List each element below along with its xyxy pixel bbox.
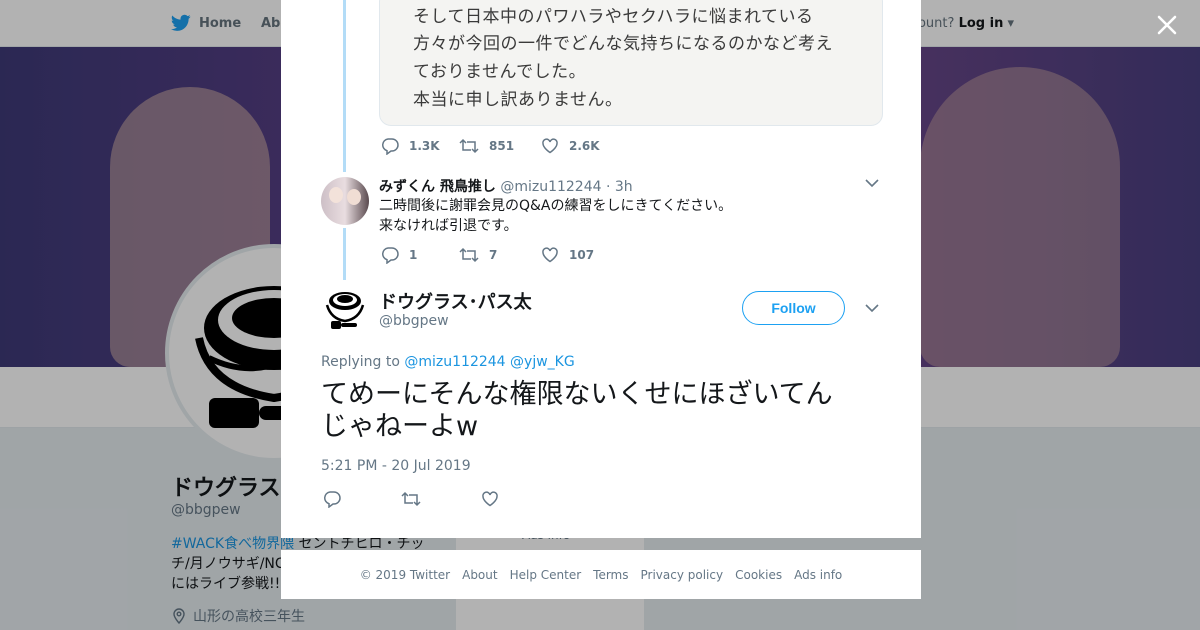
chevron-down-icon — [865, 179, 879, 188]
heart-icon — [482, 491, 498, 507]
main-tweet-more-menu[interactable] — [865, 303, 879, 313]
reply-tweet-text: 二時間後に謝罪会見のQ&Aの練習をしにきてください。 来なければ引退です。 — [379, 196, 732, 236]
reply-button[interactable] — [323, 490, 341, 508]
chevron-down-icon — [865, 304, 879, 313]
footer-copyright: © 2019 Twitter — [359, 567, 451, 582]
reply-icon — [381, 138, 399, 155]
like-button[interactable]: 107 — [541, 246, 594, 264]
reply-tweet-header: みずくん 飛鳥推し @mizu112244 · 3h — [379, 176, 633, 196]
main-tweet-timestamp[interactable]: 5:21 PM - 20 Jul 2019 — [321, 458, 471, 474]
reply-icon — [381, 247, 399, 264]
main-author-name[interactable]: ドウグラス･パス太 — [379, 288, 532, 314]
reply-button[interactable]: 1 — [381, 246, 459, 264]
reply-icon — [323, 491, 341, 508]
main-author-handle[interactable]: @bbgpew — [379, 313, 449, 329]
heart-icon — [542, 247, 558, 263]
retweet-icon — [459, 138, 479, 154]
retweet-button[interactable]: 7 — [459, 246, 541, 264]
main-text-line: じゃねーよw — [321, 411, 479, 442]
footer-link-help-center[interactable]: Help Center — [510, 568, 582, 582]
close-icon — [1157, 15, 1177, 35]
close-modal-button[interactable] — [1154, 12, 1180, 38]
retweet-button[interactable] — [401, 490, 421, 508]
footer-link-about[interactable]: About — [462, 568, 497, 582]
mention-link[interactable]: @yjw_KG — [510, 354, 575, 370]
replying-to-line: Replying to @mizu112244 @yjw_KG — [321, 354, 575, 370]
avatar-face — [329, 187, 343, 203]
reply-count: 1 — [409, 248, 418, 262]
reply-author-handle[interactable]: @mizu112244 — [500, 179, 601, 195]
like-count: 2.6K — [569, 139, 600, 153]
thread-connector-line — [343, 228, 346, 280]
reply-author-name[interactable]: みずくん 飛鳥推し — [379, 179, 496, 195]
modal-footer: © 2019 Twitter About Help Center Terms P… — [281, 550, 921, 599]
mention-link[interactable]: @mizu112244 — [404, 354, 505, 370]
replying-to-label: Replying to — [321, 354, 400, 370]
follow-button[interactable]: Follow — [742, 291, 845, 325]
reply-button[interactable]: 1.3K — [381, 137, 459, 155]
image-text-line: そして日本中のパワハラやセクハラに悩まれている — [413, 7, 814, 27]
main-text-line: てめーにそんな権限ないくせにほざいてん — [321, 379, 833, 410]
tweet-permalink-modal: そして日本中のパワハラやセクハラに悩まれている 方々が今回の一件でどんな気持ちに… — [281, 0, 921, 538]
header-separator: · — [605, 179, 611, 195]
tweet-image-card[interactable]: そして日本中のパワハラやセクハラに悩まれている 方々が今回の一件でどんな気持ちに… — [379, 0, 883, 126]
reply-text-line: 来なければ引退です。 — [379, 218, 518, 234]
reply-tweet-actions: 1 7 107 — [381, 246, 594, 264]
footer-link-cookies[interactable]: Cookies — [735, 568, 782, 582]
image-text-line: 本当に申し訳ありません。 — [413, 90, 623, 110]
avatar-face — [347, 189, 361, 205]
reply-more-menu[interactable] — [865, 178, 879, 188]
tweet-actions: 1.3K 851 2.6K — [381, 137, 600, 155]
main-author-avatar[interactable] — [321, 287, 369, 335]
retweet-button[interactable]: 851 — [459, 137, 541, 155]
reply-text-line: 二時間後に謝罪会見のQ&Aの練習をしにきてください。 — [379, 198, 733, 214]
reply-author-avatar[interactable] — [321, 177, 369, 225]
retweet-count: 7 — [489, 248, 498, 262]
main-tweet-text: てめーにそんな権限ないくせにほざいてん じゃねーよw — [321, 379, 881, 443]
retweet-count: 851 — [489, 139, 515, 153]
retweet-icon — [459, 247, 479, 263]
reply-timestamp[interactable]: 3h — [615, 179, 633, 195]
heart-icon — [542, 138, 558, 154]
like-button[interactable] — [481, 490, 499, 508]
like-count: 107 — [569, 248, 595, 262]
thread-connector-line — [343, 0, 346, 172]
image-text-line: 方々が今回の一件でどんな気持ちになるのかなど考え — [413, 34, 833, 54]
footer-link-ads-info[interactable]: Ads info — [794, 568, 842, 582]
footer-link-terms[interactable]: Terms — [593, 568, 628, 582]
footer-link-privacy-policy[interactable]: Privacy policy — [641, 568, 724, 582]
retweet-icon — [401, 491, 421, 507]
pasta-plate-avatar-icon — [325, 292, 365, 329]
like-button[interactable]: 2.6K — [541, 137, 600, 155]
main-tweet-actions — [323, 490, 559, 508]
image-text-line: ておりませんでした。 — [413, 62, 587, 82]
reply-count: 1.3K — [409, 139, 440, 153]
